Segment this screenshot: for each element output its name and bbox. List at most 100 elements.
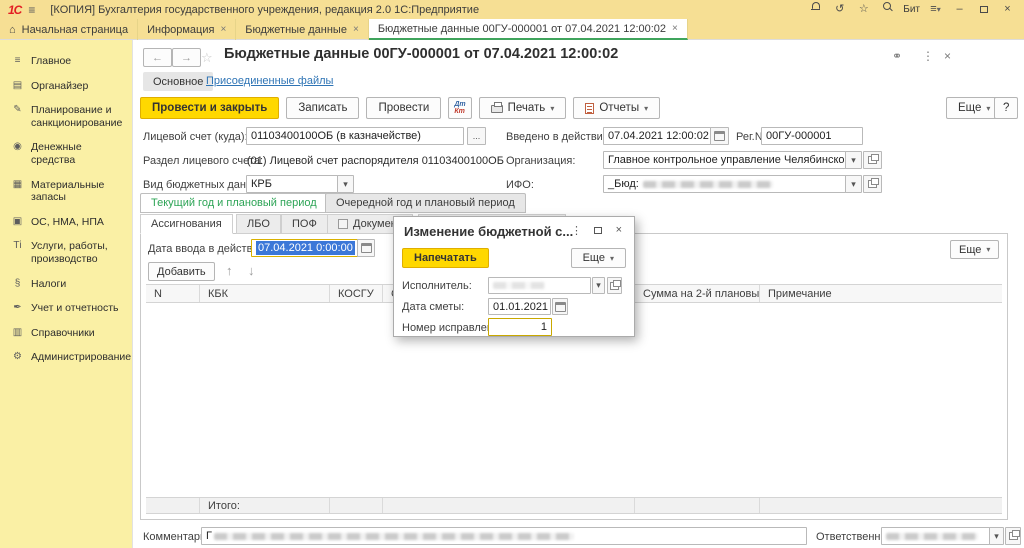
- ifo-label: ИФО:: [506, 179, 534, 191]
- main-menu-icon[interactable]: ≡: [28, 3, 35, 17]
- organization-open-button[interactable]: [863, 151, 882, 169]
- service-menu-icon[interactable]: ≡▾: [927, 1, 944, 18]
- column-header-n[interactable]: N: [146, 285, 200, 302]
- period-tab-current-year[interactable]: Текущий год и плановый период: [140, 193, 328, 213]
- entry-date-field[interactable]: 07.04.2021 0:00:00: [251, 239, 358, 257]
- get-link-icon[interactable]: ⚭: [892, 49, 902, 63]
- dialog-menu-dots-icon[interactable]: ⋮: [571, 224, 582, 237]
- show-postings-button[interactable]: ДтКт: [448, 97, 471, 119]
- table-more-button[interactable]: Еще▾: [950, 240, 999, 259]
- restore-button[interactable]: [975, 1, 992, 19]
- document-checkbox[interactable]: [338, 219, 348, 229]
- add-row-button[interactable]: Добавить: [148, 262, 215, 281]
- close-window-button[interactable]: ×: [999, 1, 1016, 18]
- budget-change-dialog: Изменение бюджетной с... ⋮ × Напечатать …: [393, 216, 635, 337]
- nav-link-attached-files[interactable]: Присоединенные файлы: [206, 75, 333, 87]
- kind-dropdown-button[interactable]: ▾: [337, 175, 354, 193]
- form-menu-dots-icon[interactable]: ⋮: [922, 49, 934, 63]
- nav-tab-main[interactable]: Основное: [143, 72, 213, 91]
- budget-data-kind-field[interactable]: КРБ: [246, 175, 338, 193]
- column-header-sum-plan2[interactable]: Сумма на 2-й плановый год: [635, 285, 760, 302]
- organization-dropdown-button[interactable]: ▾: [845, 151, 862, 169]
- notifications-bell-icon[interactable]: [807, 1, 824, 18]
- print-menu-button[interactable]: Печать▾: [479, 97, 567, 119]
- app-window: 1С ≡ [КОПИЯ] Бухгалтерия государственног…: [0, 0, 1024, 548]
- executor-field[interactable]: [488, 277, 591, 294]
- account-field[interactable]: 01103400100ОБ (в казначействе): [246, 127, 464, 145]
- dialog-more-button[interactable]: Еще▾: [571, 248, 626, 268]
- back-button[interactable]: ←: [143, 48, 172, 67]
- period-tab-next-year[interactable]: Очередной год и плановый период: [325, 193, 526, 213]
- close-tab-icon[interactable]: ×: [353, 24, 359, 35]
- responsible-field[interactable]: [881, 527, 990, 545]
- sidebar-item-organizer[interactable]: ▤Органайзер: [0, 74, 132, 99]
- sidebar-item-taxes[interactable]: §Налоги: [0, 272, 132, 297]
- sidebar-item-cash[interactable]: ◉Денежные средства: [0, 135, 132, 172]
- column-header-kosgu[interactable]: КОСГУ: [330, 285, 383, 302]
- book-icon: ▥: [11, 327, 24, 339]
- effective-date-calendar-button[interactable]: [710, 127, 729, 145]
- tab-information[interactable]: Информация ×: [138, 19, 236, 40]
- account-section-value: (01) Лицевой счет распорядителя 01103400…: [247, 155, 504, 167]
- entry-date-calendar-button[interactable]: [357, 239, 375, 257]
- dialog-close-icon[interactable]: ×: [616, 224, 622, 236]
- dialog-maximize-icon[interactable]: [594, 227, 602, 234]
- subtab-pof[interactable]: ПОФ: [281, 214, 328, 234]
- sidebar-item-catalogs[interactable]: ▥Справочники: [0, 321, 132, 346]
- move-down-button[interactable]: ↓: [248, 263, 255, 278]
- responsible-open-button[interactable]: [1005, 527, 1021, 545]
- account-choose-button[interactable]: ...: [467, 127, 486, 145]
- pencil-chart-icon: ✎: [11, 104, 24, 116]
- production-icon: Тi: [11, 240, 24, 252]
- reports-menu-button[interactable]: Отчеты▾: [573, 97, 660, 119]
- post-and-close-button[interactable]: Провести и закрыть: [140, 97, 279, 119]
- calendar-icon: [714, 131, 725, 141]
- estimate-date-field[interactable]: 01.01.2021: [488, 298, 551, 315]
- favorites-star-icon[interactable]: ☆: [855, 1, 872, 18]
- forward-button[interactable]: →: [172, 48, 201, 67]
- ifo-dropdown-button[interactable]: ▾: [845, 175, 862, 193]
- close-form-icon[interactable]: ×: [944, 49, 951, 63]
- history-icon[interactable]: ↺: [831, 1, 848, 18]
- close-tab-icon[interactable]: ×: [220, 24, 226, 35]
- move-up-button[interactable]: ↑: [226, 263, 233, 278]
- ifo-open-button[interactable]: [863, 175, 882, 193]
- effective-date-field[interactable]: 07.04.2021 12:00:02: [603, 127, 711, 145]
- sidebar-item-inventory[interactable]: ▦Материальные запасы: [0, 173, 132, 210]
- page-title: Бюджетные данные 00ГУ-000001 от 07.04.20…: [224, 46, 618, 62]
- debit-credit-icon: ДтКт: [454, 101, 465, 115]
- minimize-button[interactable]: –: [951, 1, 968, 18]
- tab-home[interactable]: ⌂ Начальная страница: [0, 19, 138, 40]
- help-button[interactable]: ?: [994, 97, 1018, 119]
- correction-number-field[interactable]: 1: [488, 318, 552, 336]
- estimate-date-calendar-button[interactable]: [552, 298, 568, 315]
- tab-budget-data-document[interactable]: Бюджетные данные 00ГУ-000001 от 07.04.20…: [369, 19, 688, 40]
- save-button[interactable]: Записать: [286, 97, 359, 119]
- executor-open-button[interactable]: [607, 277, 622, 294]
- service-menu-label[interactable]: Бит: [903, 4, 920, 15]
- redacted-text: [214, 533, 574, 540]
- column-header-kbk[interactable]: КБК: [200, 285, 330, 302]
- sidebar-item-main[interactable]: ≡Главное: [0, 49, 132, 74]
- close-tab-icon[interactable]: ×: [672, 23, 678, 34]
- subtab-lbo[interactable]: ЛБО: [236, 214, 281, 234]
- favorite-star-icon[interactable]: ☆: [201, 50, 213, 66]
- organization-field[interactable]: Главное контрольное управление Челябинск…: [603, 151, 846, 169]
- sidebar-item-fixed-assets[interactable]: ▣ОС, НМА, НПА: [0, 210, 132, 235]
- comment-field[interactable]: Г: [201, 527, 807, 545]
- dialog-print-button[interactable]: Напечатать: [402, 248, 489, 268]
- executor-dropdown-button[interactable]: ▾: [592, 277, 605, 294]
- sidebar-item-administration[interactable]: ⚙Администрирование: [0, 345, 132, 370]
- column-header-note[interactable]: Примечание: [760, 285, 1002, 302]
- post-button[interactable]: Провести: [366, 97, 441, 119]
- sidebar-item-services[interactable]: ТiУслуги, работы, производство: [0, 234, 132, 271]
- sidebar-item-accounting[interactable]: ✒Учет и отчетность: [0, 296, 132, 321]
- responsible-dropdown-button[interactable]: ▾: [989, 527, 1004, 545]
- sidebar-item-planning[interactable]: ✎Планирование и санкционирование: [0, 98, 132, 135]
- executor-label: Исполнитель:: [402, 280, 472, 292]
- tab-budget-data-list[interactable]: Бюджетные данные ×: [236, 19, 369, 40]
- regno-field[interactable]: 00ГУ-000001: [761, 127, 863, 145]
- search-icon[interactable]: [879, 1, 896, 18]
- ifo-field[interactable]: _Бюд:: [603, 175, 846, 193]
- subtab-assignments[interactable]: Ассигнования: [140, 214, 233, 234]
